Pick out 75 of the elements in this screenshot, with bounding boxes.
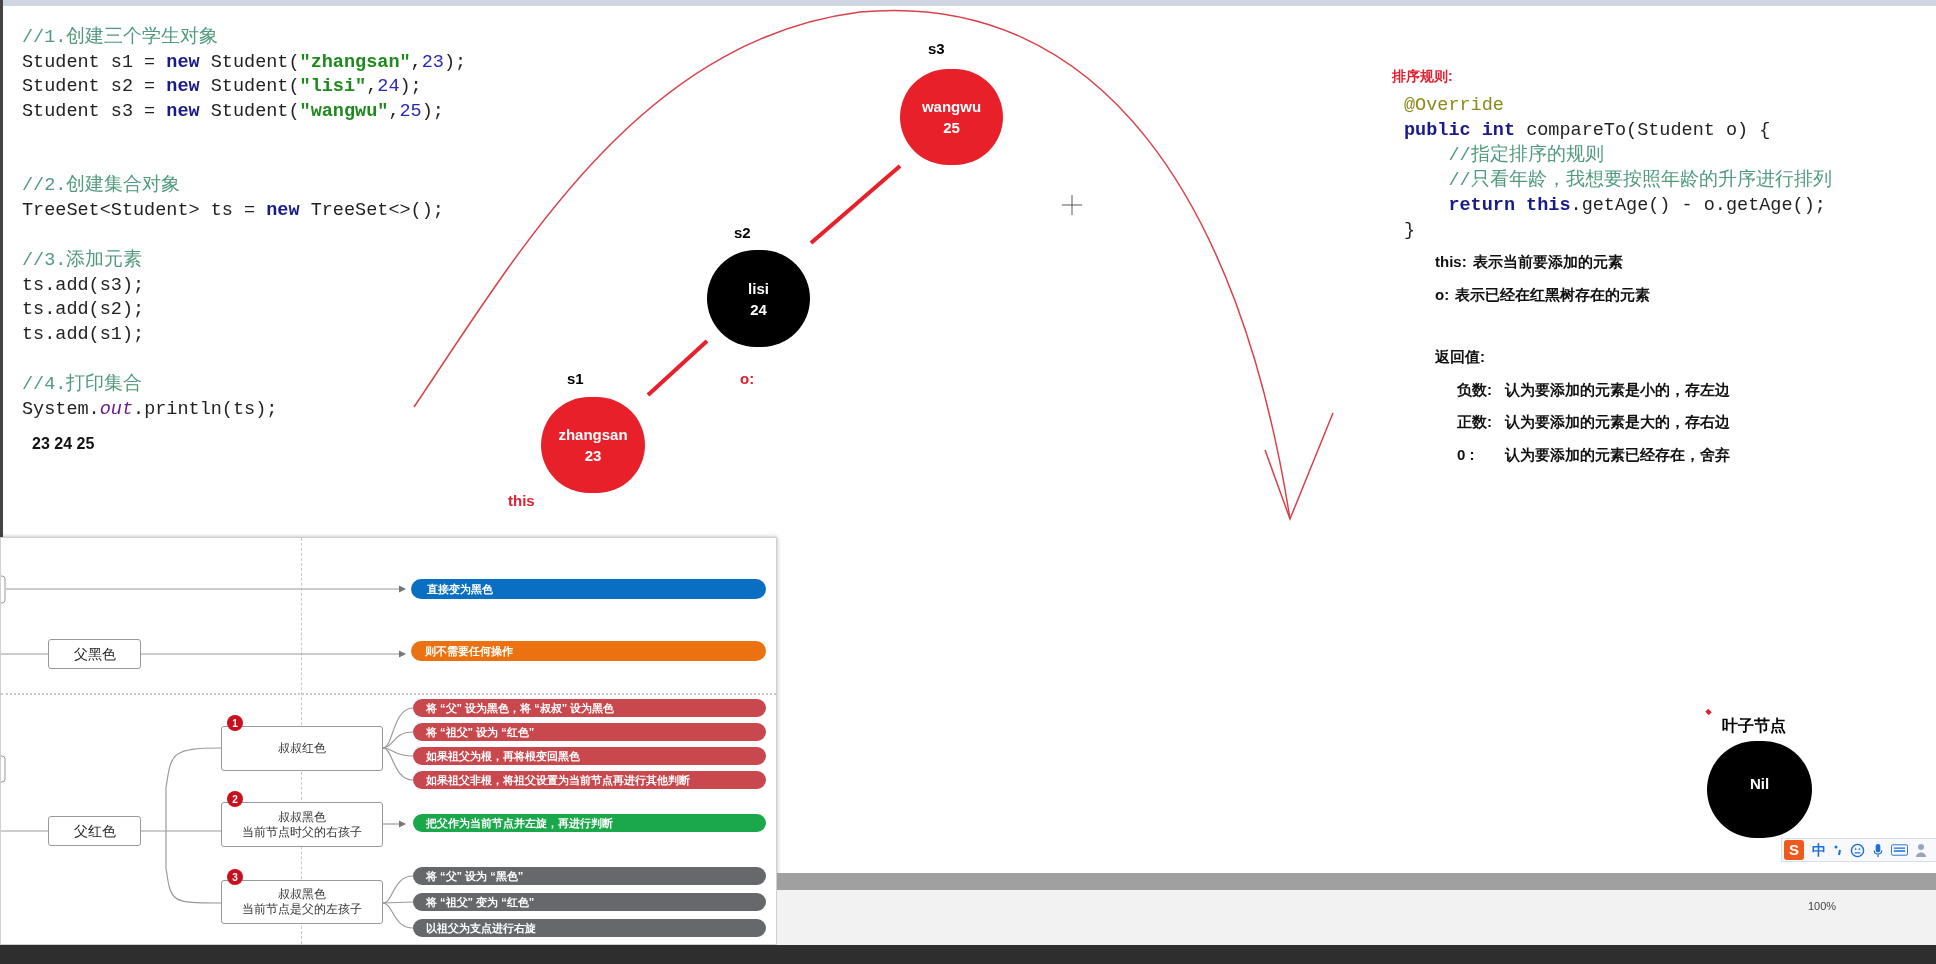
return-label: 负数: <box>1457 379 1493 400</box>
emoji-icon[interactable] <box>1850 842 1865 858</box>
return-title: 返回值: <box>1435 347 1485 367</box>
node-text: 叔叔红色 <box>278 741 326 756</box>
mind-map-action: 将 “祖父” 设为 “红色” <box>413 723 766 741</box>
number-badge: 2 <box>227 791 243 807</box>
input-mode-toggle[interactable]: 中 <box>1812 839 1826 861</box>
ime-logo[interactable]: S <box>1784 840 1804 860</box>
code-line: ts.add(s1); <box>22 322 145 347</box>
code-line: } <box>1404 219 1416 243</box>
code-line: Student s3 = new Student("wangwu",25); <box>22 99 444 124</box>
code-line: //指定排序的规则 <box>1447 143 1604 168</box>
code-line: TreeSet<Student> ts = new TreeSet<>(); <box>22 198 444 223</box>
mind-map-action: 以祖父为支点进行右旋 <box>413 919 766 937</box>
number-badge: 3 <box>227 869 243 885</box>
program-output: 23 24 25 <box>32 434 95 454</box>
number-badge: 1 <box>227 715 243 731</box>
leaf-caption: 叶子节点 <box>1722 716 1786 736</box>
node-text: 当前节点时父的右孩子 <box>242 824 362 840</box>
param-label: this: <box>1435 252 1467 272</box>
node-age: 23 <box>584 448 602 463</box>
mind-map-action: 将 “父” 设为黑色，将 “叔叔” 设为黑色 <box>413 699 766 717</box>
param-description: 表示已经在红黑树存在的元素 <box>1455 284 1651 305</box>
mind-map-action: 则不需要任何操作 <box>411 641 766 661</box>
param-description: 表示当前要添加的元素 <box>1472 252 1623 272</box>
code-line: //1.创建三个学生对象 <box>22 26 219 50</box>
node-name: zhangsan <box>558 427 628 442</box>
mind-map-action: 如果祖父为根，再将根变回黑色 <box>413 747 766 765</box>
code-line: //4.打印集合 <box>22 373 143 397</box>
code-line: //2.创建集合对象 <box>22 174 181 198</box>
node-age: 25 <box>943 120 960 135</box>
keyboard-icon[interactable] <box>1891 844 1908 856</box>
mind-map-action: 把父作为当前节点并左旋，再进行判断 <box>413 814 766 832</box>
code-line: Student s1 = new Student("zhangsan",23); <box>22 50 467 75</box>
pen-mark-icon <box>1705 708 1712 716</box>
code-line: @Override <box>1404 94 1504 118</box>
code-line: //只看年龄，我想要按照年龄的升序进行排列 <box>1447 168 1832 193</box>
code-line: Student s2 = new Student("lisi",24); <box>22 75 422 99</box>
mind-map-action: 将 “祖父” 变为 “红色” <box>413 893 766 911</box>
node-text: 当前节点是父的左孩子 <box>242 902 362 917</box>
mind-map-node: 父红色 <box>48 816 141 846</box>
annotation: o: <box>740 369 755 389</box>
node-text: 叔叔黑色 <box>278 809 326 825</box>
punctuation-icon[interactable] <box>1834 844 1842 856</box>
node-age: 24 <box>750 301 767 317</box>
rule-title: 排序规则: <box>1392 67 1453 86</box>
code-line: ts.add(s3); <box>22 273 145 298</box>
return-description: 认为要添加的元素已经存在，舍弃 <box>1505 444 1730 465</box>
node-name: wangwu <box>921 99 982 114</box>
node-label: s2 <box>734 223 751 243</box>
annotation: this <box>508 491 535 511</box>
code-line: //3.添加元素 <box>22 249 143 273</box>
node-name: lisi <box>748 280 769 296</box>
code-line: return this.getAge() - o.getAge(); <box>1447 194 1826 218</box>
code-line: System.out.println(ts); <box>22 397 278 422</box>
tree-edge <box>646 339 709 397</box>
code-line: ts.add(s2); <box>22 298 145 322</box>
scroll-bar[interactable] <box>777 873 1936 890</box>
mind-map-action: 直接变为黑色 <box>411 579 766 599</box>
return-label: 0 : <box>1457 444 1476 465</box>
mind-map-node: 父黑色 <box>48 639 141 669</box>
crosshair-icon <box>1061 194 1083 216</box>
mind-map-action: 将 “父” 设为 “黑色” <box>413 867 766 885</box>
mind-map-action: 如果祖父非根，将祖父设置为当前节点再进行其他判断 <box>413 771 766 789</box>
param-label: o: <box>1435 284 1450 305</box>
return-description: 认为要添加的元素是小的，存左边 <box>1505 379 1730 400</box>
return-description: 认为要添加的元素是大的，存右边 <box>1505 412 1730 432</box>
node-text: 叔叔黑色 <box>278 887 326 902</box>
return-label: 正数: <box>1457 412 1493 432</box>
code-line: public int compareTo(Student o) { <box>1404 119 1771 143</box>
microphone-icon[interactable] <box>1873 842 1883 858</box>
node-label: s1 <box>567 369 584 389</box>
zoom-level: 100% <box>1808 899 1837 914</box>
node-label: s3 <box>928 39 945 59</box>
leaf-node: Nil <box>1707 741 1812 838</box>
